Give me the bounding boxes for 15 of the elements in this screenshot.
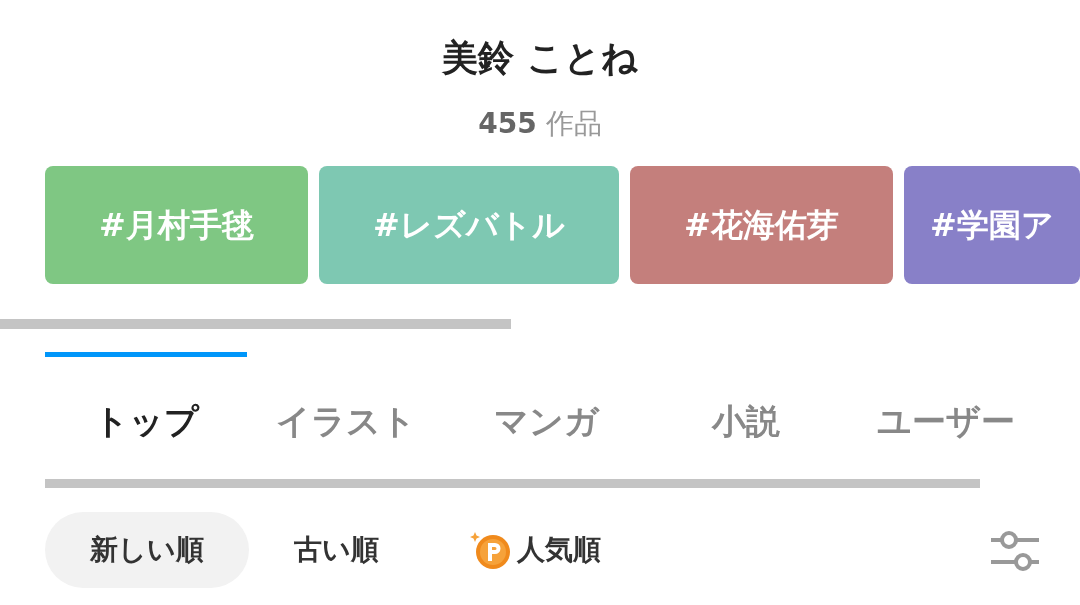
tab[interactable]: トップ xyxy=(45,397,247,445)
tag-chip[interactable]: #月村手毬 xyxy=(45,166,308,284)
tab[interactable]: 小説 xyxy=(645,397,847,445)
tab[interactable]: イラスト xyxy=(245,397,447,445)
filter-icon[interactable] xyxy=(989,528,1041,572)
tab[interactable]: マンガ xyxy=(445,397,647,445)
tag-chip[interactable]: #学園ア xyxy=(904,166,1080,284)
sort-option[interactable]: 新しい順 xyxy=(45,512,249,588)
tab[interactable]: ユーザー xyxy=(845,397,1047,445)
work-count: 455 作品 xyxy=(477,106,603,142)
artist-name: 美鈴 ことね xyxy=(441,36,639,80)
tag-chip[interactable]: #花海佑芽 xyxy=(630,166,893,284)
sort-option[interactable]: 人気順 xyxy=(424,512,646,588)
tag-chip[interactable]: #レズバトル xyxy=(319,166,619,284)
sort-option[interactable]: 古い順 xyxy=(249,512,424,588)
